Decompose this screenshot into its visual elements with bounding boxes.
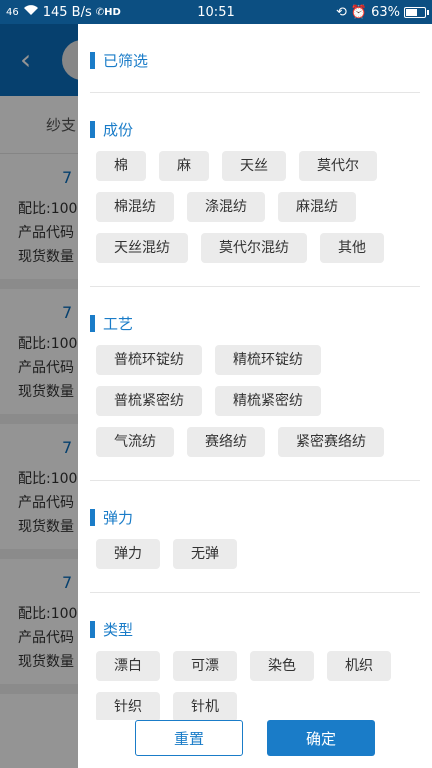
elasticity-title: 弹力	[103, 508, 134, 527]
filter-drawer: 已筛选 成份 棉 麻 天丝 莫代尔 棉混纺 涤混纺 麻混纺 天丝混纺 莫代尔混纺…	[78, 24, 432, 768]
option-chip[interactable]: 精梳环锭纺	[215, 345, 321, 375]
option-chip[interactable]: 莫代尔混纺	[201, 233, 307, 263]
process-options: 普梳环锭纺 精梳环锭纺 普梳紧密纺 精梳紧密纺 气流纺 赛络纺 紧密赛络纺	[90, 345, 420, 468]
signal-icon: 46	[6, 6, 19, 18]
type-title: 类型	[103, 620, 134, 639]
selected-filters-section: 已筛选	[90, 48, 420, 93]
reset-button[interactable]: 重置	[135, 720, 243, 756]
battery-fill	[406, 8, 417, 16]
filter-scroll-area[interactable]: 已筛选 成份 棉 麻 天丝 莫代尔 棉混纺 涤混纺 麻混纺 天丝混纺 莫代尔混纺…	[78, 24, 432, 720]
option-chip[interactable]: 赛络纺	[187, 427, 265, 457]
battery-icon	[404, 6, 429, 18]
phone-hd-icon: ✆HD	[95, 6, 121, 18]
option-chip[interactable]: 天丝	[222, 151, 286, 181]
network-speed: 145 B/s	[42, 4, 92, 20]
confirm-button[interactable]: 确定	[267, 720, 375, 756]
composition-options: 棉 麻 天丝 莫代尔 棉混纺 涤混纺 麻混纺 天丝混纺 莫代尔混纺 其他	[90, 151, 420, 274]
type-options: 漂白 可漂 染色 机织 针织 针机	[90, 651, 420, 720]
option-chip[interactable]: 精梳紧密纺	[215, 386, 321, 416]
title-accent-bar	[90, 620, 95, 638]
option-chip[interactable]: 漂白	[96, 651, 160, 681]
process-section: 工艺 普梳环锭纺 精梳环锭纺 普梳紧密纺 精梳紧密纺 气流纺 赛络纺 紧密赛络纺	[90, 311, 420, 481]
section-title: 已筛选	[90, 48, 420, 72]
option-chip[interactable]: 气流纺	[96, 427, 174, 457]
option-chip[interactable]: 涤混纺	[187, 192, 265, 222]
section-title: 成份	[90, 117, 420, 141]
drawer-footer: 重置 确定	[78, 720, 432, 768]
option-chip[interactable]: 天丝混纺	[96, 233, 188, 263]
elasticity-options: 弹力 无弹	[90, 539, 420, 580]
alarm-icon: ⏰	[350, 4, 368, 20]
title-accent-bar	[90, 120, 95, 138]
option-chip[interactable]: 普梳紧密纺	[96, 386, 202, 416]
option-chip[interactable]: 其他	[320, 233, 384, 263]
title-accent-bar	[90, 508, 95, 526]
selected-title: 已筛选	[103, 51, 149, 70]
title-accent-bar	[90, 51, 95, 69]
option-chip[interactable]: 莫代尔	[299, 151, 377, 181]
option-chip[interactable]: 棉	[96, 151, 146, 181]
option-chip[interactable]: 麻混纺	[278, 192, 356, 222]
option-chip[interactable]: 普梳环锭纺	[96, 345, 202, 375]
status-bar: 46 145 B/s ✆HD 10:51 ⟲ ⏰ 63%	[0, 0, 432, 24]
title-accent-bar	[90, 314, 95, 332]
section-title: 类型	[90, 617, 420, 641]
process-title: 工艺	[103, 314, 134, 333]
option-chip[interactable]: 紧密赛络纺	[278, 427, 384, 457]
option-chip[interactable]: 针织	[96, 692, 160, 720]
option-chip[interactable]: 弹力	[96, 539, 160, 569]
composition-title: 成份	[103, 120, 134, 139]
option-chip[interactable]: 可漂	[173, 651, 237, 681]
lock-rotation-icon: ⟲	[336, 4, 347, 20]
battery-percent: 63%	[371, 4, 400, 20]
option-chip[interactable]: 针机	[173, 692, 237, 720]
elasticity-section: 弹力 弹力 无弹	[90, 505, 420, 593]
option-chip[interactable]: 机织	[327, 651, 391, 681]
wifi-icon	[23, 4, 39, 20]
option-chip[interactable]: 麻	[159, 151, 209, 181]
section-title: 弹力	[90, 505, 420, 529]
type-section: 类型 漂白 可漂 染色 机织 针织 针机	[90, 617, 420, 720]
option-chip[interactable]: 棉混纺	[96, 192, 174, 222]
composition-section: 成份 棉 麻 天丝 莫代尔 棉混纺 涤混纺 麻混纺 天丝混纺 莫代尔混纺 其他	[90, 117, 420, 287]
section-title: 工艺	[90, 311, 420, 335]
option-chip[interactable]: 染色	[250, 651, 314, 681]
option-chip[interactable]: 无弹	[173, 539, 237, 569]
